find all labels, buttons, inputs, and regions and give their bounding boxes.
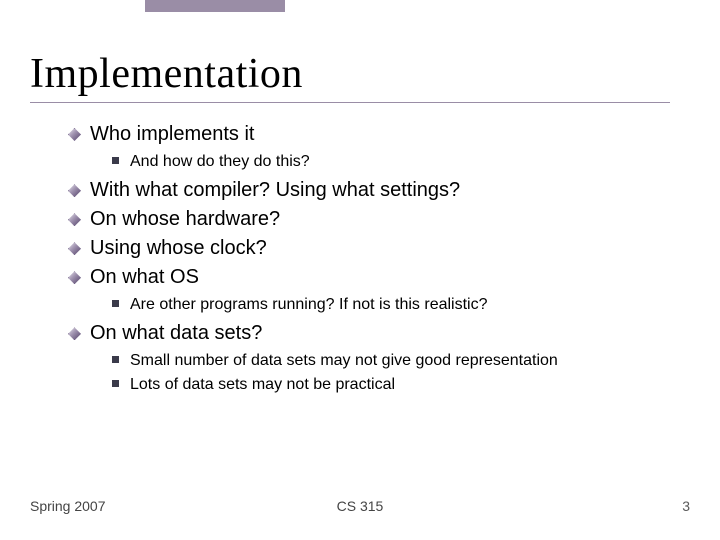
footer-left: Spring 2007 bbox=[30, 498, 106, 514]
list-item: On whose hardware? bbox=[68, 206, 690, 233]
list-item: And how do they do this? bbox=[112, 150, 690, 173]
list-item: Using whose clock? bbox=[68, 235, 690, 262]
decorative-top-bar bbox=[145, 0, 285, 12]
slide-content: Who implements it And how do they do thi… bbox=[30, 121, 690, 396]
bullet-text: On whose hardware? bbox=[90, 208, 280, 230]
bullet-text: On what data sets? bbox=[90, 322, 262, 344]
sub-bullet-list: Are other programs running? If not is th… bbox=[90, 293, 690, 316]
list-item: Small number of data sets may not give g… bbox=[112, 349, 690, 372]
sub-bullet-list: Small number of data sets may not give g… bbox=[90, 349, 690, 395]
footer-center: CS 315 bbox=[337, 498, 384, 514]
list-item: On what data sets? Small number of data … bbox=[68, 320, 690, 395]
list-item: Who implements it And how do they do thi… bbox=[68, 121, 690, 173]
title-underline bbox=[30, 102, 670, 103]
bullet-text: Using whose clock? bbox=[90, 237, 267, 259]
bullet-text: Who implements it bbox=[90, 123, 255, 145]
list-item: On what OS Are other programs running? I… bbox=[68, 264, 690, 316]
bullet-text: Are other programs running? If not is th… bbox=[130, 296, 488, 313]
slide-title: Implementation bbox=[30, 50, 690, 98]
bullet-text: Small number of data sets may not give g… bbox=[130, 352, 558, 369]
list-item: Are other programs running? If not is th… bbox=[112, 293, 690, 316]
bullet-text: And how do they do this? bbox=[130, 153, 310, 170]
sub-bullet-list: And how do they do this? bbox=[90, 150, 690, 173]
bullet-text: With what compiler? Using what settings? bbox=[90, 179, 460, 201]
footer-page-number: 3 bbox=[682, 498, 690, 514]
list-item: With what compiler? Using what settings? bbox=[68, 177, 690, 204]
slide: Implementation Who implements it And how… bbox=[0, 0, 720, 540]
bullet-text: On what OS bbox=[90, 266, 199, 288]
slide-footer: Spring 2007 CS 315 3 bbox=[30, 498, 690, 514]
bullet-list: Who implements it And how do they do thi… bbox=[68, 121, 690, 396]
list-item: Lots of data sets may not be practical bbox=[112, 373, 690, 396]
bullet-text: Lots of data sets may not be practical bbox=[130, 376, 395, 393]
